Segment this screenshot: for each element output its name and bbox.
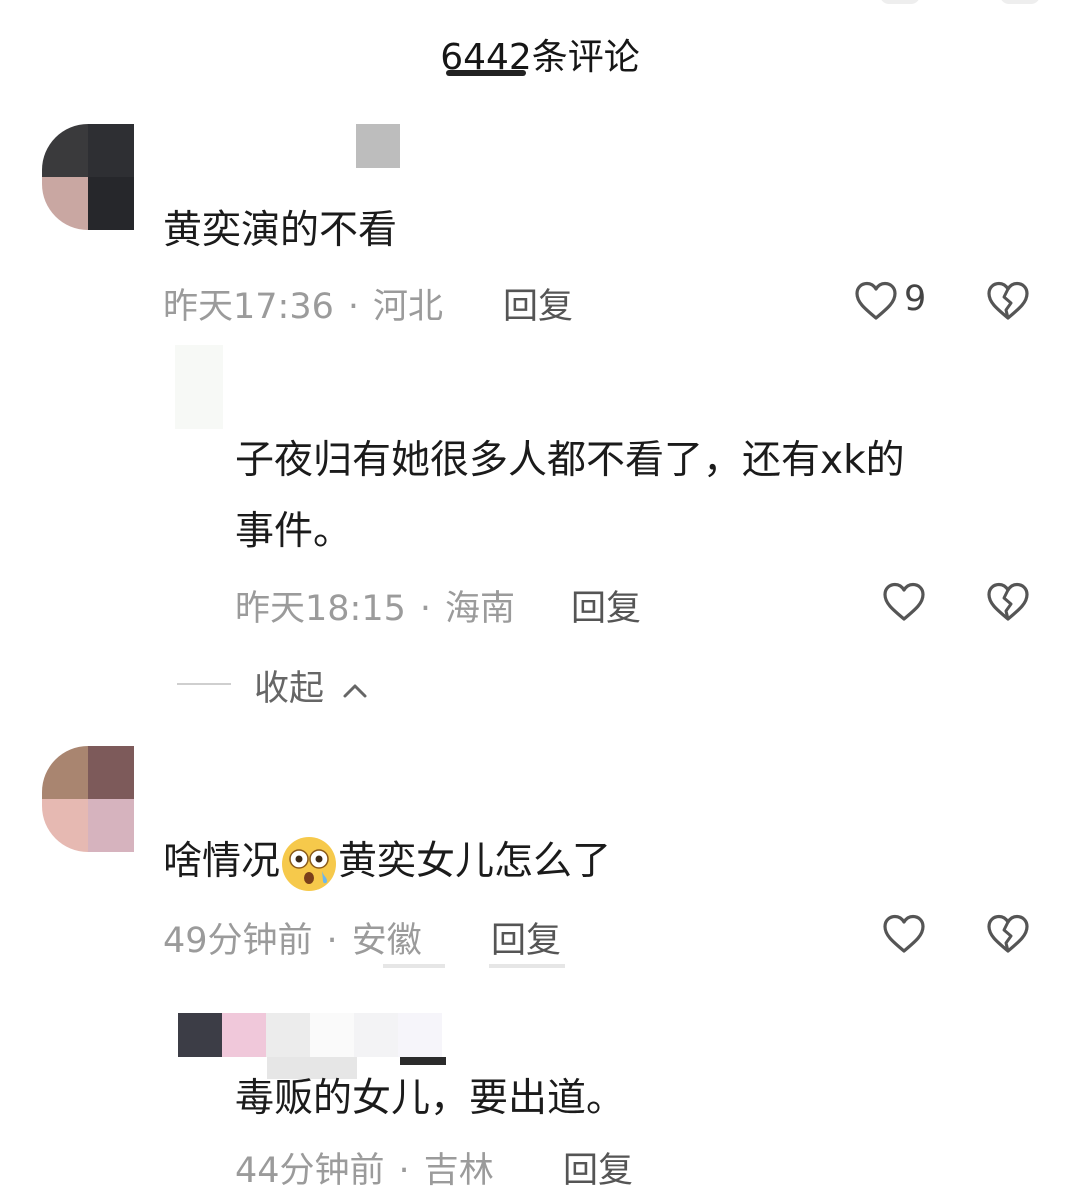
comment-text: 黄奕演的不看 xyxy=(163,208,398,253)
collapse-button[interactable]: 收起 xyxy=(254,660,369,711)
avatar[interactable] xyxy=(42,124,134,230)
reply-button[interactable]: 回复 xyxy=(491,912,561,963)
comment-meta: 44分钟前 · 吉林 xyxy=(235,1142,494,1193)
scroll-artifact xyxy=(489,964,565,968)
comment-location: 安徽 xyxy=(351,921,422,961)
comment-meta: 昨天18:15 · 海南 xyxy=(235,580,515,631)
comment-count-title: 6442条评论 xyxy=(440,37,640,78)
reply-comment-text-line2: 事件。 xyxy=(235,509,353,554)
comment-text: 啥情况 黄奕女儿怎么了 xyxy=(163,830,611,894)
meta-separator: · xyxy=(398,1151,410,1191)
reply-button[interactable]: 回复 xyxy=(503,278,573,329)
comment-location: 海南 xyxy=(445,589,516,629)
heart-outline-icon[interactable] xyxy=(880,578,928,626)
reply-comment-text: 毒贩的女儿，要出道。 xyxy=(235,1076,626,1121)
comment-meta: 昨天17:36 · 河北 xyxy=(163,278,443,329)
reply-comment-text-line1: 子夜归有她很多人都不看了，还有xk的 xyxy=(235,438,905,483)
broken-heart-icon[interactable] xyxy=(984,910,1032,958)
chevron-up-icon xyxy=(343,684,367,698)
username-redacted[interactable] xyxy=(178,1013,442,1057)
heart-outline-icon[interactable] xyxy=(852,277,900,325)
top-stub-right xyxy=(1000,0,1040,4)
meta-separator: · xyxy=(347,287,360,327)
comment-meta: 49分钟前 · 安徽 xyxy=(163,912,422,963)
username-redacted[interactable] xyxy=(356,124,400,168)
title-underline xyxy=(446,70,526,76)
like-count: 9 xyxy=(904,279,927,319)
comment-time: 49分钟前 xyxy=(163,921,313,961)
comment-time: 昨天18:15 xyxy=(235,589,406,629)
comment-location: 吉林 xyxy=(423,1151,494,1191)
heart-outline-icon[interactable] xyxy=(880,910,928,958)
avatar[interactable] xyxy=(42,746,134,852)
redaction-block xyxy=(400,1057,446,1065)
comment-time: 昨天17:36 xyxy=(163,287,334,327)
comment-text-after: 黄奕女儿怎么了 xyxy=(338,839,612,884)
scroll-artifact xyxy=(383,964,445,968)
collapse-label: 收起 xyxy=(254,669,325,709)
top-stub-left xyxy=(880,0,920,4)
reply-button[interactable]: 回复 xyxy=(571,580,641,631)
shocked-face-emoji xyxy=(282,836,337,891)
broken-heart-icon[interactable] xyxy=(984,578,1032,626)
collapse-divider xyxy=(177,683,231,685)
comment-time: 44分钟前 xyxy=(235,1151,385,1191)
comment-location: 河北 xyxy=(373,287,444,327)
avatar-small-redacted[interactable] xyxy=(175,345,223,429)
meta-separator: · xyxy=(326,921,338,961)
broken-heart-icon[interactable] xyxy=(984,277,1032,325)
reply-button[interactable]: 回复 xyxy=(563,1142,633,1193)
meta-separator: · xyxy=(419,589,432,629)
comment-text-before: 啥情况 xyxy=(163,839,281,884)
